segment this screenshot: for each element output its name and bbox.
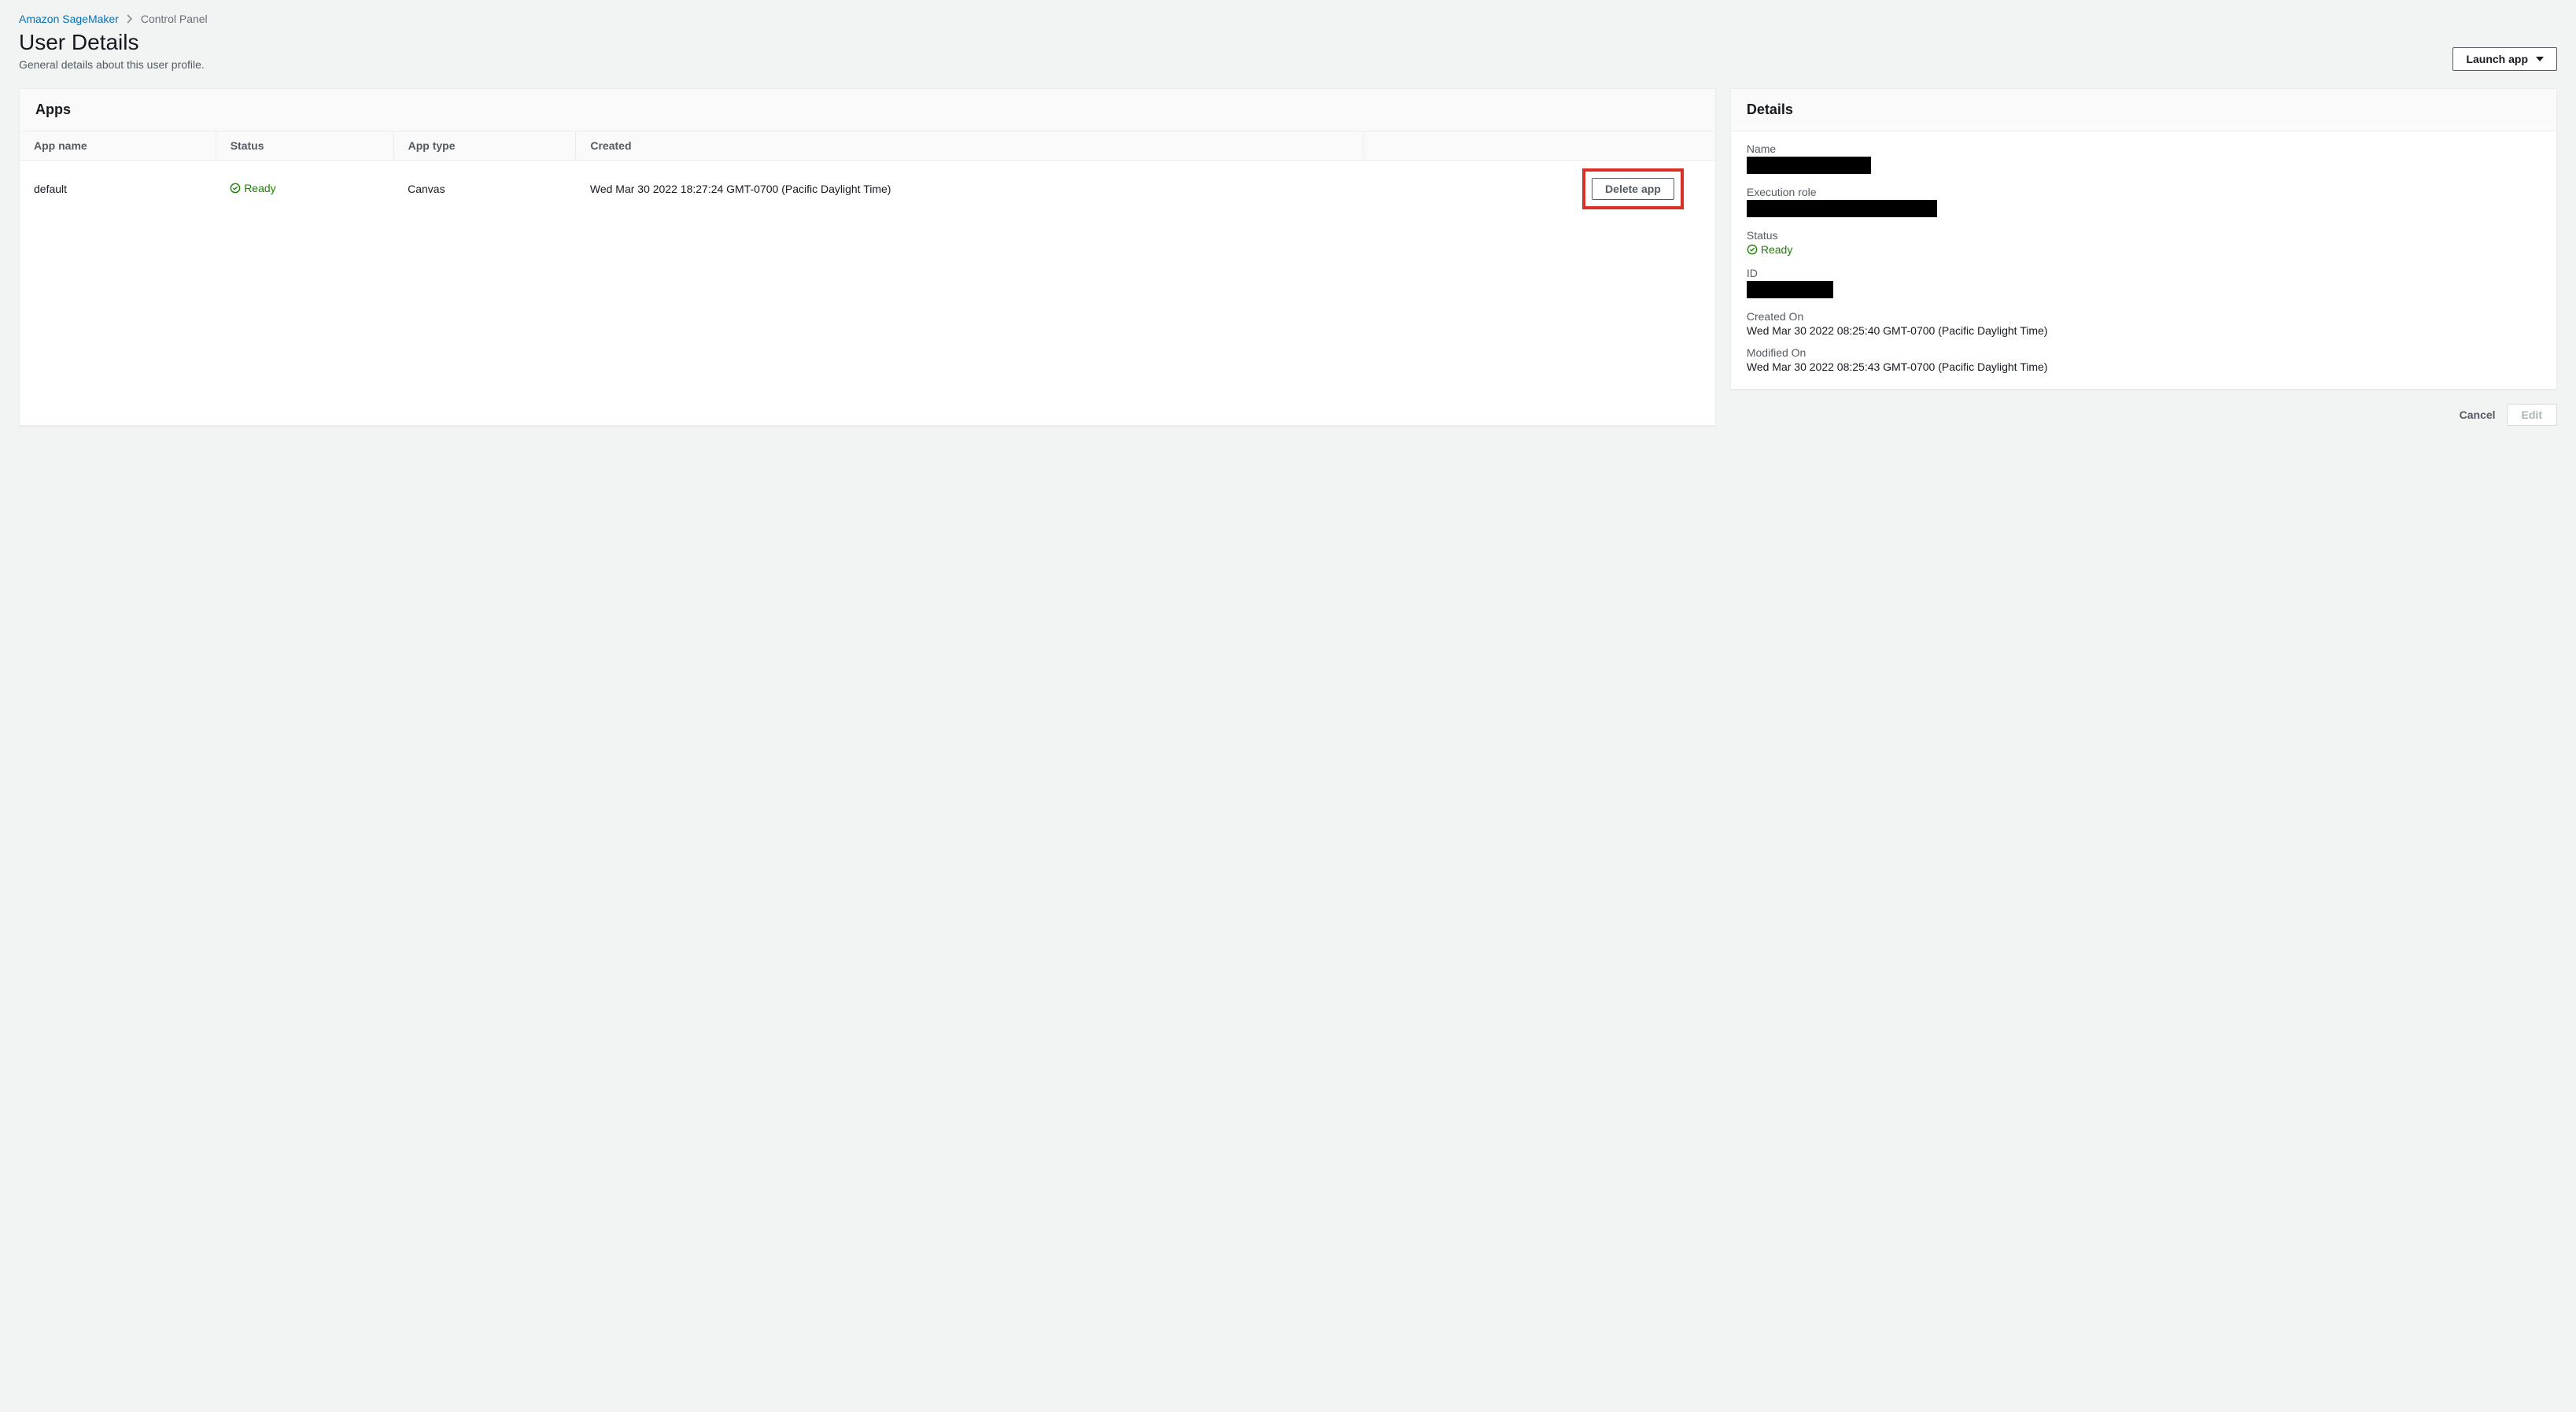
label-id: ID bbox=[1747, 267, 2541, 279]
cell-created: Wed Mar 30 2022 18:27:24 GMT-0700 (Pacif… bbox=[576, 161, 1364, 218]
label-modified-on: Modified On bbox=[1747, 346, 2541, 359]
cell-status: Ready bbox=[216, 161, 393, 218]
label-created-on: Created On bbox=[1747, 310, 2541, 323]
edit-button[interactable]: Edit bbox=[2507, 404, 2557, 426]
highlight-annotation: Delete app bbox=[1582, 168, 1684, 209]
details-panel: Details Name Execution role Status Ready… bbox=[1730, 88, 2557, 390]
col-app-name[interactable]: App name bbox=[20, 131, 216, 161]
table-row: default Ready Canvas Wed Mar 30 2022 18:… bbox=[20, 161, 1715, 218]
launch-app-label: Launch app bbox=[2466, 53, 2528, 65]
page-title: User Details bbox=[19, 30, 205, 55]
value-status: Ready bbox=[1761, 243, 1792, 256]
value-name-redacted bbox=[1747, 157, 1871, 174]
check-circle-icon bbox=[230, 183, 241, 194]
page-subtitle: General details about this user profile. bbox=[19, 58, 205, 71]
label-name: Name bbox=[1747, 142, 2541, 155]
details-column: Details Name Execution role Status Ready… bbox=[1730, 88, 2557, 426]
apps-panel-title: Apps bbox=[20, 89, 1715, 131]
cell-app-name: default bbox=[20, 161, 216, 218]
col-actions bbox=[1364, 131, 1715, 161]
apps-table: App name Status App type Created default… bbox=[20, 131, 1715, 217]
footer-actions: Cancel Edit bbox=[1730, 404, 2557, 426]
delete-app-button[interactable]: Delete app bbox=[1592, 178, 1674, 200]
label-execution-role: Execution role bbox=[1747, 186, 2541, 198]
launch-app-button[interactable]: Launch app bbox=[2452, 47, 2557, 71]
caret-down-icon bbox=[2536, 57, 2544, 61]
breadcrumb: Amazon SageMaker Control Panel bbox=[19, 13, 2557, 25]
apps-panel: Apps App name Status App type Created de… bbox=[19, 88, 1716, 426]
breadcrumb-root-link[interactable]: Amazon SageMaker bbox=[19, 13, 119, 25]
value-execution-role-redacted bbox=[1747, 200, 1937, 217]
col-app-type[interactable]: App type bbox=[393, 131, 576, 161]
breadcrumb-current: Control Panel bbox=[141, 13, 208, 25]
value-id-redacted bbox=[1747, 281, 1833, 298]
label-status: Status bbox=[1747, 229, 2541, 242]
col-status[interactable]: Status bbox=[216, 131, 393, 161]
cell-app-type: Canvas bbox=[393, 161, 576, 218]
value-modified-on: Wed Mar 30 2022 08:25:43 GMT-0700 (Pacif… bbox=[1747, 360, 2541, 373]
col-created[interactable]: Created bbox=[576, 131, 1364, 161]
value-created-on: Wed Mar 30 2022 08:25:40 GMT-0700 (Pacif… bbox=[1747, 324, 2541, 337]
cell-status-text: Ready bbox=[244, 182, 275, 194]
check-circle-icon bbox=[1747, 244, 1758, 255]
details-panel-title: Details bbox=[1731, 89, 2556, 131]
cancel-button[interactable]: Cancel bbox=[2460, 408, 2496, 421]
chevron-right-icon bbox=[127, 14, 133, 24]
